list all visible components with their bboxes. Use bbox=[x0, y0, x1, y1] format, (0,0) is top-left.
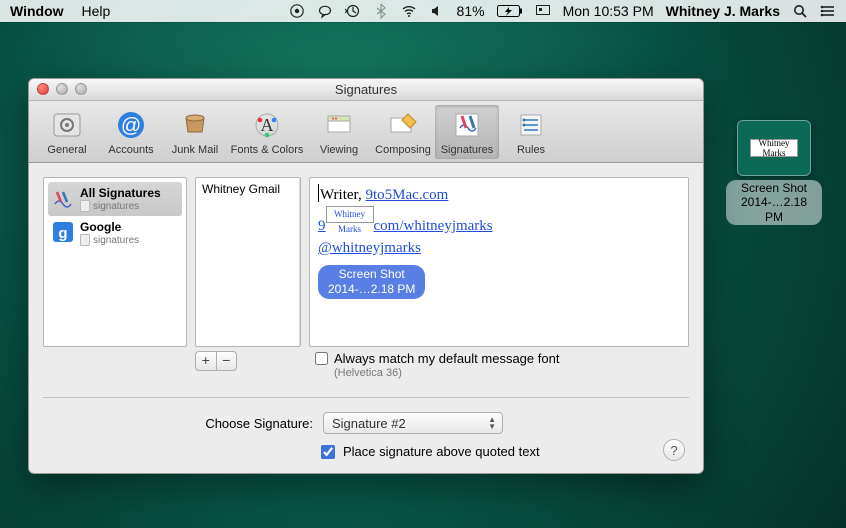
volume-icon[interactable] bbox=[429, 3, 445, 19]
choose-signature-select[interactable]: Signature #2 ▲▼ bbox=[323, 412, 503, 434]
battery-label: 81% bbox=[457, 3, 485, 19]
svg-text:g: g bbox=[58, 225, 67, 242]
tab-signatures[interactable]: Signatures bbox=[435, 105, 499, 159]
place-above-label: Place signature above quoted text bbox=[343, 444, 540, 459]
editor-link-9to5mac[interactable]: 9to5Mac.com bbox=[365, 187, 448, 203]
display-icon[interactable] bbox=[535, 3, 551, 19]
at-icon: @ bbox=[114, 108, 148, 142]
tab-fontscolors-label: Fonts & Colors bbox=[227, 144, 307, 156]
zoom-button[interactable] bbox=[75, 83, 87, 95]
editor-link-twitter[interactable]: @whitneyjmarks bbox=[318, 240, 421, 256]
signature-item[interactable]: Whitney Gmail bbox=[202, 182, 294, 196]
signatures-window: Signatures General @ Accounts Junk Mail … bbox=[28, 78, 704, 474]
tab-accounts[interactable]: @ Accounts bbox=[99, 105, 163, 159]
tab-composing-label: Composing bbox=[371, 144, 435, 156]
match-font-sub: (Helvetica 36) bbox=[334, 367, 559, 379]
composing-icon bbox=[386, 108, 420, 142]
place-above-checkbox[interactable] bbox=[321, 445, 335, 459]
viewing-icon bbox=[322, 108, 356, 142]
desktop-file[interactable]: Whitney Marks Screen Shot 2014-…2.18 PM bbox=[726, 120, 822, 225]
account-sub: signatures bbox=[93, 201, 139, 212]
tab-junkmail[interactable]: Junk Mail bbox=[163, 105, 227, 159]
inline-image: Whitney Marks bbox=[326, 206, 374, 223]
add-signature-button[interactable]: + bbox=[196, 352, 217, 370]
tab-viewing[interactable]: Viewing bbox=[307, 105, 371, 159]
tab-rules-label: Rules bbox=[499, 144, 563, 156]
editor-text: Writer, bbox=[320, 187, 365, 203]
junkmail-icon bbox=[178, 108, 212, 142]
pen-icon bbox=[51, 186, 75, 210]
spotlight-icon[interactable] bbox=[792, 3, 808, 19]
tab-accounts-label: Accounts bbox=[99, 144, 163, 156]
signature-editor[interactable]: Writer, 9to5Mac.com 9Whitney Markscom/wh… bbox=[309, 177, 689, 347]
tab-general-label: General bbox=[35, 144, 99, 156]
minimize-button[interactable] bbox=[56, 83, 68, 95]
account-sub: signatures bbox=[93, 235, 139, 246]
file-label: Screen Shot 2014-…2.18 PM bbox=[726, 180, 822, 225]
rules-icon bbox=[514, 108, 548, 142]
user-label[interactable]: Whitney J. Marks bbox=[666, 3, 780, 19]
svg-text:@: @ bbox=[121, 115, 141, 137]
signatures-icon bbox=[450, 108, 484, 142]
window-title: Signatures bbox=[335, 82, 397, 97]
account-title: All Signatures bbox=[80, 186, 161, 200]
match-font-label: Always match my default message font bbox=[334, 351, 559, 366]
account-all-signatures[interactable]: All Signatures signatures bbox=[48, 182, 182, 216]
clock-label[interactable]: Mon 10:53 PM bbox=[563, 3, 654, 19]
tab-fontscolors[interactable]: A Fonts & Colors bbox=[227, 105, 307, 159]
tab-viewing-label: Viewing bbox=[307, 144, 371, 156]
menubar: Window Help 81% Mon 10:53 PM Whitney J. … bbox=[0, 0, 846, 22]
editor-link-line2[interactable]: 9Whitney Markscom/whitneyjmarks bbox=[318, 218, 493, 234]
battery-icon[interactable] bbox=[497, 5, 523, 18]
choose-signature-label: Choose Signature: bbox=[43, 416, 313, 431]
file-thumbnail: Whitney Marks bbox=[737, 120, 811, 176]
timemachine-icon[interactable] bbox=[345, 3, 361, 19]
traffic-lights bbox=[37, 83, 87, 95]
add-remove-buttons: + − bbox=[195, 351, 237, 371]
choose-signature-value: Signature #2 bbox=[332, 416, 406, 431]
tab-signatures-label: Signatures bbox=[435, 144, 499, 156]
remove-signature-button[interactable]: − bbox=[217, 352, 237, 370]
thumbnail-image: Whitney Marks bbox=[750, 139, 798, 157]
bluetooth-icon[interactable] bbox=[373, 3, 389, 19]
page-icon bbox=[80, 234, 90, 246]
menu-window[interactable]: Window bbox=[10, 3, 64, 19]
wifi-icon[interactable] bbox=[401, 3, 417, 19]
speech-icon[interactable] bbox=[317, 3, 333, 19]
tab-composing[interactable]: Composing bbox=[371, 105, 435, 159]
tab-rules[interactable]: Rules bbox=[499, 105, 563, 159]
fonts-icon: A bbox=[250, 108, 284, 142]
account-google[interactable]: g Google signatures bbox=[48, 216, 182, 250]
attachment-chip[interactable]: Screen Shot 2014-…2.18 PM bbox=[318, 265, 425, 299]
chevron-updown-icon: ▲▼ bbox=[488, 416, 496, 430]
signature-list[interactable]: Whitney Gmail bbox=[195, 177, 301, 347]
svg-text:A: A bbox=[261, 115, 274, 135]
titlebar[interactable]: Signatures bbox=[29, 79, 703, 101]
help-button[interactable]: ? bbox=[663, 439, 685, 461]
close-button[interactable] bbox=[37, 83, 49, 95]
accounts-list[interactable]: All Signatures signatures g Google signa… bbox=[43, 177, 187, 347]
toolbar: General @ Accounts Junk Mail A Fonts & C… bbox=[29, 101, 703, 163]
tab-general[interactable]: General bbox=[35, 105, 99, 159]
google-icon: g bbox=[51, 220, 75, 244]
match-font-checkbox[interactable] bbox=[315, 352, 328, 365]
menu-help[interactable]: Help bbox=[82, 3, 111, 19]
page-icon bbox=[80, 200, 90, 212]
tab-junkmail-label: Junk Mail bbox=[163, 144, 227, 156]
refresh-icon[interactable] bbox=[289, 3, 305, 19]
account-title: Google bbox=[80, 220, 139, 234]
gear-icon bbox=[50, 108, 84, 142]
notifications-icon[interactable] bbox=[820, 3, 836, 19]
text-cursor bbox=[318, 184, 319, 202]
